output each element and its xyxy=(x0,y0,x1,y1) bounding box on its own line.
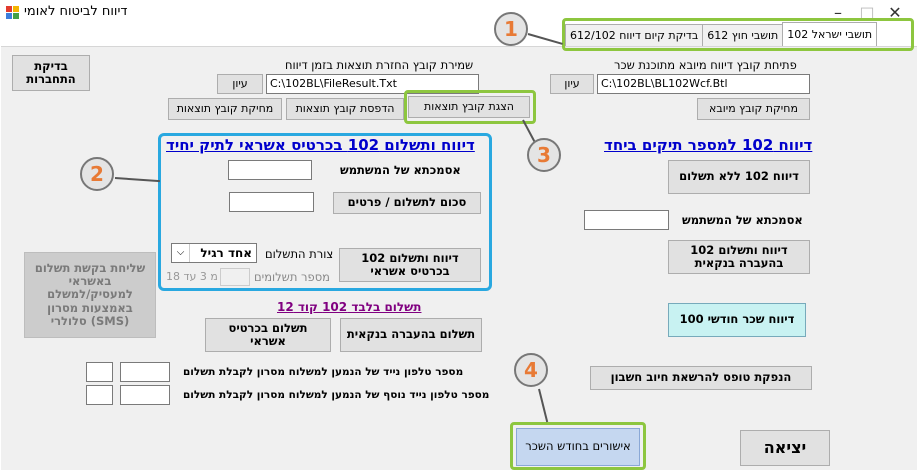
open-file-label: פתיחת קובץ דיווח מיובא מתוכנת שכר xyxy=(614,58,797,72)
credit-card-report-link[interactable]: דיווח ותשלום 102 בכרטיס אשראי לתיק יחיד xyxy=(166,136,475,154)
pay-credit-card-button[interactable]: תשלום בכרטיס אשראי xyxy=(205,318,331,352)
payments-count-input[interactable] xyxy=(220,268,250,286)
payment-form-label: צורת התשלום xyxy=(265,247,334,261)
sms-request-button[interactable]: שליחת בקשת תשלום באשראי למעסיק/למשלם באמ… xyxy=(24,252,156,338)
right-user-ref-input[interactable] xyxy=(584,210,669,230)
browse-results-button[interactable]: עיון xyxy=(217,74,263,94)
payments-range-label: מ 3 עד 18 xyxy=(166,270,218,283)
payment-only-link[interactable]: תשלום בלבד 102 קוד 12 xyxy=(277,300,421,314)
delete-results-button[interactable]: מחיקת קובץ תוצאות xyxy=(168,98,282,120)
pay-bank-transfer-button[interactable]: תשלום בהעברה בנקאית xyxy=(340,318,482,352)
window-title: דיווח לביטוח לאומי xyxy=(24,4,128,19)
save-results-label: שמירת קובץ החזרת תוצאות בזמן דיווח xyxy=(285,58,474,72)
phone-number-1-input[interactable] xyxy=(120,362,170,382)
chevron-down-icon: ⌵ xyxy=(172,244,190,262)
middle-user-ref-label: אסמכתא של המשתמש xyxy=(340,163,461,177)
callout-line-1 xyxy=(527,33,563,45)
callout-3: 3 xyxy=(527,138,561,172)
callout-2: 2 xyxy=(80,157,114,191)
phone-prefix-2-input[interactable] xyxy=(86,385,113,405)
phone-number-2-input[interactable] xyxy=(120,385,170,405)
phone-prefix-1-input[interactable] xyxy=(86,362,113,382)
amount-details-button[interactable]: סכום לתשלום / פרטים xyxy=(333,192,481,214)
tab-highlight xyxy=(562,18,914,51)
browse-import-button[interactable]: עיון xyxy=(550,74,594,94)
show-results-highlight xyxy=(404,90,536,124)
report-bank-transfer-button[interactable]: דיווח ותשלום 102 בהעברה בנקאית xyxy=(668,240,810,274)
exit-button[interactable]: יציאה xyxy=(740,430,830,466)
credit-report-button[interactable]: דיווח ותשלום 102 בכרטיס אשראי xyxy=(339,248,481,282)
multi-file-report-link[interactable]: דיווח 102 למספר תיקים ביחד xyxy=(604,136,812,154)
callout-4: 4 xyxy=(514,353,548,387)
callout-1: 1 xyxy=(494,12,528,46)
app-icon xyxy=(6,6,20,20)
phone-label-1: מספר טלפון נייד של הנמען למשלוח מסרון לק… xyxy=(183,366,464,378)
payment-form-select[interactable]: ⌵ אחד רגיל xyxy=(171,243,257,263)
right-user-ref-label: אסמכתא של המשתמש xyxy=(682,213,803,227)
print-results-button[interactable]: הדפסת קובץ תוצאות xyxy=(286,98,404,120)
payment-form-value: אחד רגיל xyxy=(200,246,252,260)
approvals-highlight xyxy=(510,422,646,470)
phone-label-2: מספר טלפון נייד נוסף של הנמען למשלוח מסר… xyxy=(183,389,490,401)
middle-user-ref-input[interactable] xyxy=(228,160,312,180)
open-file-path-input[interactable]: C:\102BL\BL102Wcf.Btl xyxy=(597,74,810,94)
monthly-salary-button[interactable]: דיווח שכר חודשי 100 xyxy=(668,303,806,337)
amount-input[interactable] xyxy=(229,192,314,212)
delete-import-button[interactable]: מחיקת קובץ מיובא xyxy=(697,98,810,120)
report-no-payment-button[interactable]: דיווח 102 ללא תשלום xyxy=(668,160,810,194)
payments-count-label: מספר תשלומים xyxy=(254,270,330,284)
check-connection-button[interactable]: בדיקת התחברות xyxy=(12,55,90,91)
debit-form-button[interactable]: הנפקת טופס להרשאת חיוב חשבון xyxy=(590,366,812,390)
